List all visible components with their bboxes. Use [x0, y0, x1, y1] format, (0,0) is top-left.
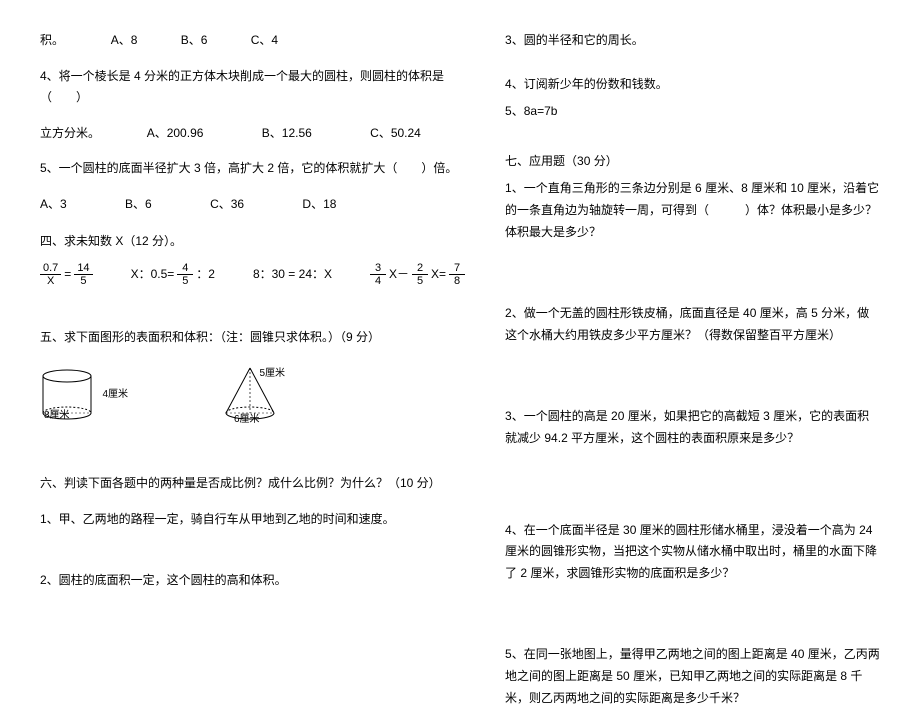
q4-text: 4、将一个棱长是 4 分米的正方体木块削成一个最大的圆柱，则圆柱的体积是（ ） — [40, 66, 465, 109]
q6-5: 5、8a=7b — [505, 101, 880, 123]
q5-options: A、3 B、6 C、36 D、18 — [40, 194, 465, 216]
section-7-title: 七、应用题（30 分） — [505, 151, 880, 173]
cylinder-height-label: 4厘米 — [102, 386, 128, 404]
section-4-title: 四、求未知数 X（12 分）。 — [40, 231, 465, 253]
cone-figure: 5厘米 6厘米 — [220, 363, 290, 423]
q4-unit: 立方分米。 — [40, 126, 100, 140]
figures-row: 4厘米 8厘米 5厘米 6厘米 — [40, 363, 465, 423]
opt-c: C、36 — [210, 197, 244, 211]
app-q1: 1、一个直角三角形的三条边分别是 6 厘米、8 厘米和 10 厘米，沿着它的一条… — [505, 178, 880, 243]
equation-2: X：0.5= 45 ：2 — [131, 262, 215, 287]
cylinder-diameter-label: 8厘米 — [44, 407, 70, 425]
cylinder-figure: 4厘米 8厘米 — [40, 368, 100, 423]
opt-a: A、200.96 — [147, 126, 204, 140]
app-q4: 4、在一个底面半径是 30 厘米的圆柱形储水桶里，浸没着一个高为 24 厘米的圆… — [505, 520, 880, 585]
cone-base-label: 6厘米 — [234, 411, 260, 429]
q4-options: 立方分米。 A、200.96 B、12.56 C、50.24 — [40, 123, 465, 145]
opt-b: B、6 — [125, 197, 152, 211]
app-q3: 3、一个圆柱的高是 20 厘米，如果把它的高截短 3 厘米，它的表面积就减少 9… — [505, 406, 880, 449]
opt-c: C、50.24 — [370, 126, 421, 140]
opt-a: A、3 — [40, 197, 67, 211]
equation-3: 8：30 = 24：X — [253, 264, 332, 286]
q6-2: 2、圆柱的底面积一定，这个圆柱的高和体积。 — [40, 570, 465, 592]
prev-prefix: 积。 — [40, 33, 64, 47]
equation-4: 34 X－ 25 X= 78 — [370, 262, 465, 287]
equations-row: 0.7X = 145 X：0.5= 45 ：2 8：30 = 24：X 34 X… — [40, 262, 465, 287]
cone-slant-label: 5厘米 — [259, 365, 285, 383]
opt-c: C、4 — [251, 33, 278, 47]
q6-3: 3、圆的半径和它的周长。 — [505, 30, 880, 52]
opt-b: B、6 — [181, 33, 208, 47]
q6-4: 4、订阅新少年的份数和钱数。 — [505, 74, 880, 96]
left-column: 积。 A、8 B、6 C、4 4、将一个棱长是 4 分米的正方体木块削成一个最大… — [20, 30, 485, 619]
q-prev-options: 积。 A、8 B、6 C、4 — [40, 30, 465, 52]
section-5-title: 五、求下面图形的表面积和体积：（注：圆锥只求体积。）（9 分） — [40, 327, 465, 349]
app-q5: 5、在同一张地图上，量得甲乙两地之间的图上距离是 40 厘米，乙丙两地之间的图上… — [505, 644, 880, 709]
opt-b: B、12.56 — [262, 126, 312, 140]
opt-d: D、18 — [302, 197, 336, 211]
q5-text: 5、一个圆柱的底面半径扩大 3 倍，高扩大 2 倍，它的体积就扩大（ ）倍。 — [40, 158, 465, 180]
equation-1: 0.7X = 145 — [40, 262, 93, 287]
section-6-title: 六、判读下面各题中的两种量是否成比例？成什么比例？为什么？（10 分） — [40, 473, 465, 495]
app-q2: 2、做一个无盖的圆柱形铁皮桶，底面直径是 40 厘米，高 5 分米，做这个水桶大… — [505, 303, 880, 346]
q6-1: 1、甲、乙两地的路程一定，骑自行车从甲地到乙地的时间和速度。 — [40, 509, 465, 531]
right-column: 3、圆的半径和它的周长。 4、订阅新少年的份数和钱数。 5、8a=7b 七、应用… — [485, 30, 900, 619]
opt-a: A、8 — [111, 33, 138, 47]
